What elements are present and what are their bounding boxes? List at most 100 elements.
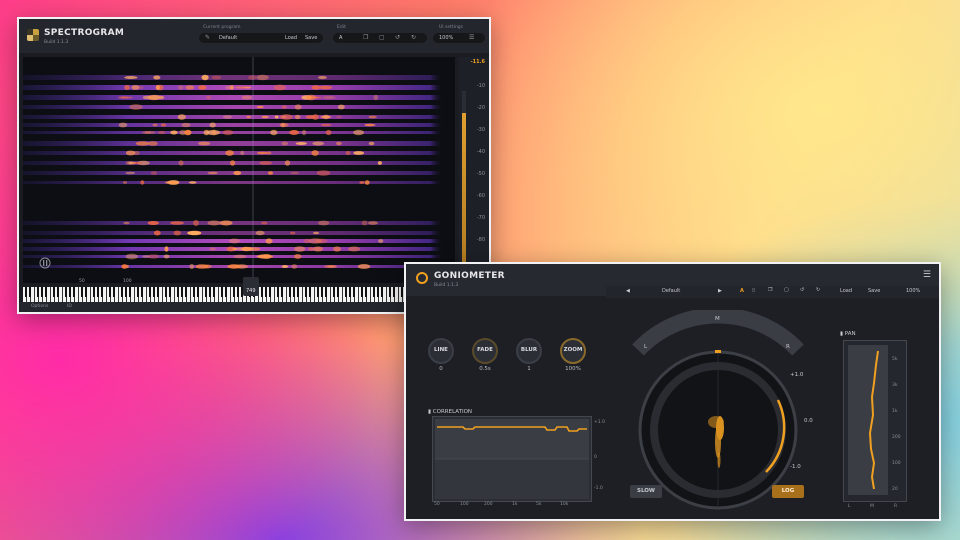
black-key: [377, 287, 379, 297]
spectrogram-build: Build 1.1.3: [44, 40, 69, 45]
corr-x-tick: 100: [460, 502, 469, 507]
goniometer-zoom-value[interactable]: 100%: [906, 288, 920, 294]
paste-icon[interactable]: ▢: [379, 34, 385, 41]
black-key: [129, 287, 131, 297]
goniometer-build: Build 1.1.3: [434, 283, 459, 288]
pan-x-tick-l: L: [848, 504, 851, 509]
redo-icon[interactable]: ↻: [816, 287, 820, 293]
black-key: [381, 287, 383, 297]
plugin-logo-icon: [27, 29, 39, 41]
slow-toggle-button[interactable]: SLOW: [630, 485, 662, 498]
undo-icon[interactable]: ↺: [800, 287, 804, 293]
spectrogram-header: SPECTROGRAM Build 1.1.3 Current program …: [19, 19, 489, 53]
black-key: [353, 287, 355, 297]
black-key: [261, 287, 263, 297]
line-knob[interactable]: LINE: [428, 338, 454, 364]
blur-value: 1: [527, 366, 531, 372]
save-button[interactable]: Save: [305, 35, 317, 41]
current-program-label: Current program: [203, 25, 241, 30]
black-key: [165, 287, 167, 297]
black-key: [121, 287, 123, 297]
next-program-icon[interactable]: ▶: [718, 288, 722, 294]
spectrogram-title: SPECTROGRAM: [44, 28, 125, 38]
black-key: [53, 287, 55, 297]
black-key: [305, 287, 307, 297]
ab-toggle[interactable]: A: [339, 35, 342, 41]
scope-scale-mid: 0.0: [804, 418, 813, 424]
redo-icon[interactable]: ↻: [411, 34, 416, 41]
undo-icon[interactable]: ↺: [395, 34, 400, 41]
black-key: [221, 287, 223, 297]
zoom-knob[interactable]: ZOOM: [560, 338, 586, 364]
black-key: [101, 287, 103, 297]
corr-x-tick: 5k: [536, 502, 542, 507]
ui-settings-control: 100% ☰: [433, 33, 485, 43]
ab-a-toggle[interactable]: A: [740, 288, 744, 294]
pan-freq-tick: 5k: [892, 357, 898, 362]
black-key: [169, 287, 171, 297]
goniometer-load-button[interactable]: Load: [840, 288, 852, 294]
pan-x-tick-m: M: [870, 504, 874, 509]
scope-label-l: L: [644, 344, 648, 350]
black-key: [281, 287, 283, 297]
copy-icon[interactable]: ❐: [363, 34, 368, 41]
black-key: [345, 287, 347, 297]
correlation-title: ▮ CORRELATION: [428, 409, 473, 415]
corr-y-tick-mid: 0: [594, 455, 597, 460]
spectrogram-display[interactable]: [23, 57, 455, 283]
program-selector[interactable]: ✎ Default Load Save: [199, 33, 323, 43]
copy-icon[interactable]: ❐: [768, 287, 772, 293]
black-key: [321, 287, 323, 297]
piano-keyboard[interactable]: 50 100 749: [23, 277, 455, 303]
cursor-frequency-readout: 749: [243, 277, 259, 296]
options-button[interactable]: Options: [31, 304, 48, 309]
black-key: [137, 287, 139, 297]
edit-label: Edit: [337, 25, 346, 30]
black-key: [317, 287, 319, 297]
load-button[interactable]: Load: [285, 35, 297, 41]
id-icon[interactable]: ID: [67, 304, 72, 309]
black-key: [297, 287, 299, 297]
paste-icon[interactable]: ▢: [784, 287, 789, 293]
menu-icon[interactable]: ☰: [469, 34, 474, 41]
scope-label-m: M: [715, 316, 720, 322]
scope-scale-bottom: -1.0: [790, 464, 801, 470]
black-key: [337, 287, 339, 297]
goniometer-save-button[interactable]: Save: [868, 288, 880, 294]
black-key: [277, 287, 279, 297]
log-toggle-button[interactable]: LOG: [772, 485, 804, 498]
hamburger-menu-icon[interactable]: ☰: [923, 270, 931, 280]
zoom-value: 100%: [565, 366, 581, 372]
correlation-graph: [435, 419, 589, 499]
wrench-icon[interactable]: ✎: [205, 34, 210, 41]
db-tick: -70: [476, 215, 485, 221]
corr-x-tick: 200: [484, 502, 493, 507]
black-key: [29, 287, 31, 297]
black-key: [269, 287, 271, 297]
black-key: [41, 287, 43, 297]
black-key: [389, 287, 391, 297]
corr-x-tick: 50: [434, 502, 440, 507]
fade-knob[interactable]: FADE: [472, 338, 498, 364]
black-key: [177, 287, 179, 297]
corr-x-tick: 1k: [512, 502, 518, 507]
ab-b-toggle[interactable]: B: [752, 288, 755, 294]
fade-value: 0.5s: [479, 366, 491, 372]
db-tick: -60: [476, 193, 485, 199]
db-scale: -11.6 -10 -20 -30 -40 -50 -60 -70 -80: [459, 57, 489, 283]
goniometer-program-name[interactable]: Default: [662, 288, 680, 294]
blur-knob[interactable]: BLUR: [516, 338, 542, 364]
line-value: 0: [439, 366, 443, 372]
black-key: [349, 287, 351, 297]
black-key: [193, 287, 195, 297]
black-key: [45, 287, 47, 297]
black-key: [65, 287, 67, 297]
goniometer-scope[interactable]: [618, 310, 818, 510]
black-key: [289, 287, 291, 297]
goniometer-logo-icon: [416, 272, 428, 284]
zoom-value[interactable]: 100%: [439, 35, 453, 41]
previous-program-icon[interactable]: ◀: [626, 288, 630, 294]
program-name: Default: [219, 35, 238, 41]
pan-meter: 5k 3k 1k 200 100 20: [843, 340, 907, 502]
db-tick: -30: [476, 127, 485, 133]
